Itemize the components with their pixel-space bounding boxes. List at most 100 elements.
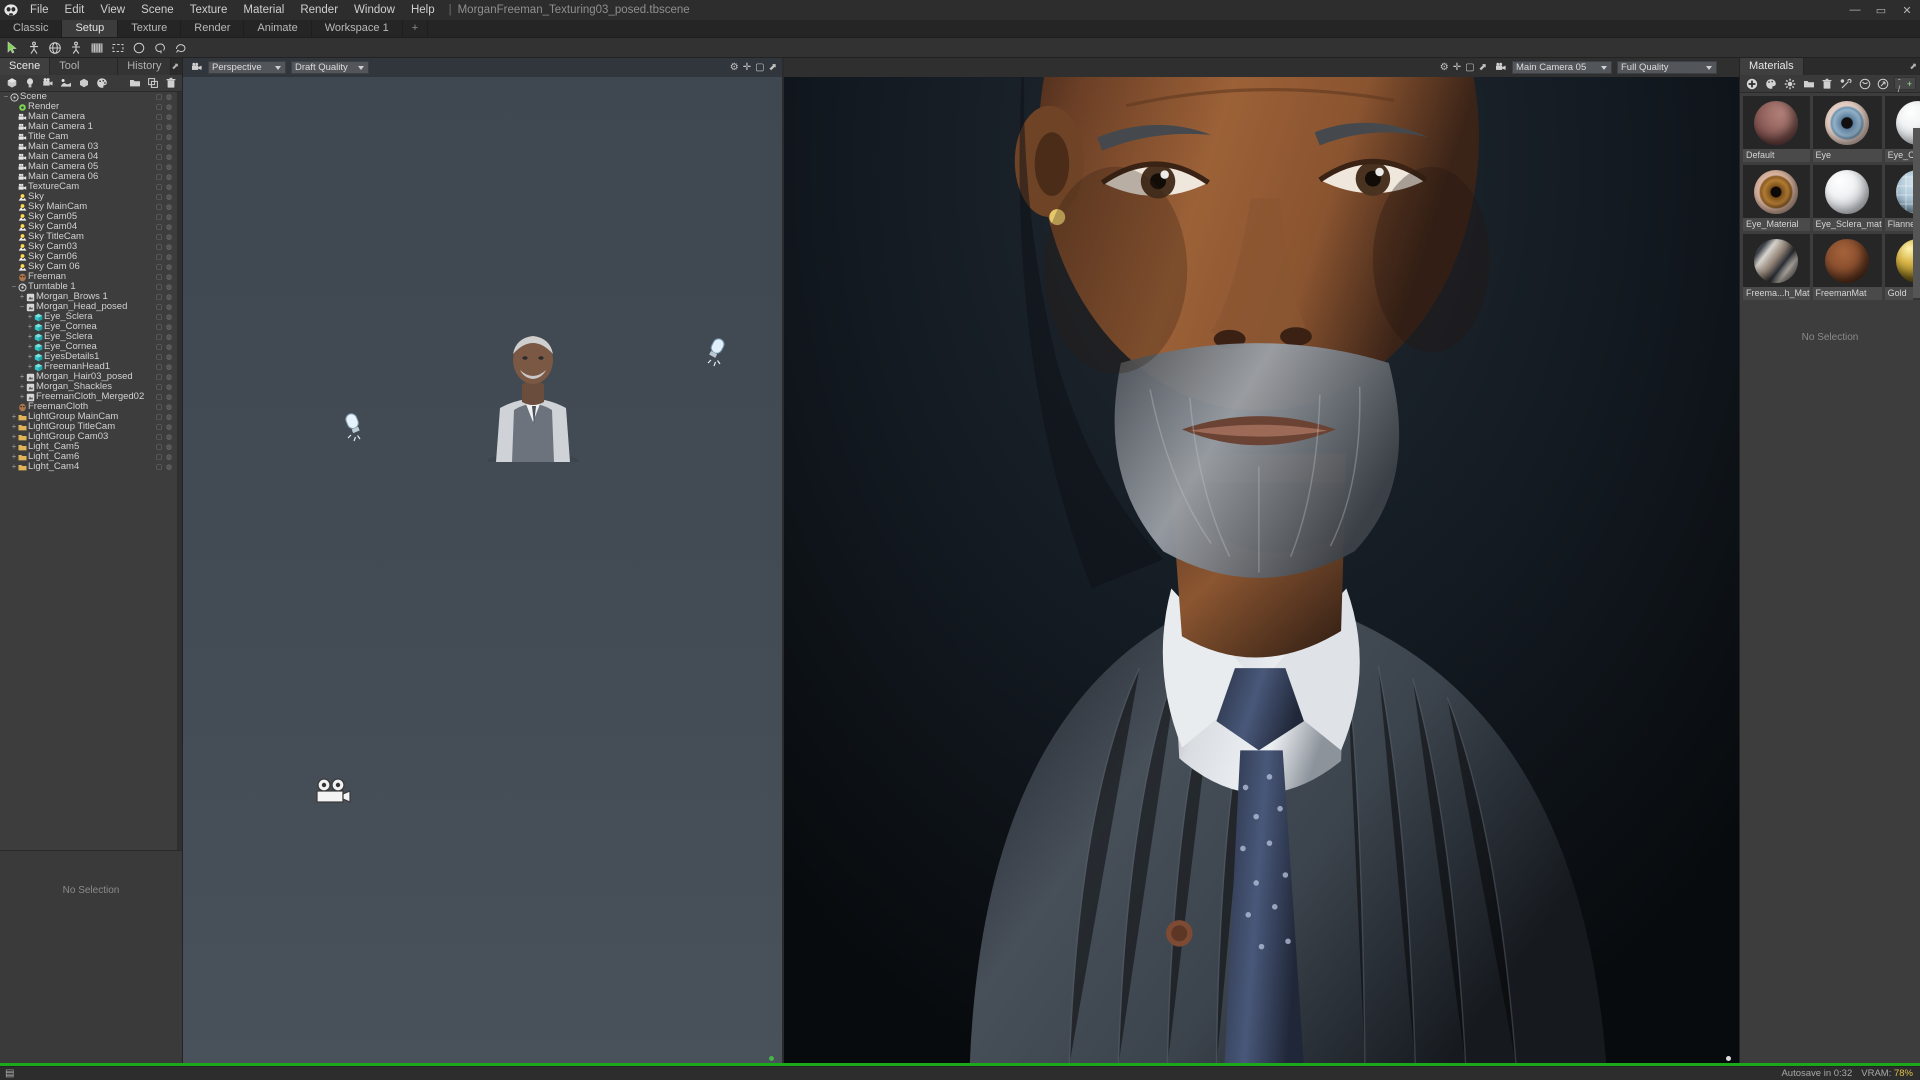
add-material-icon[interactable]: [93, 75, 110, 91]
lock-toggle-icon[interactable]: ▢: [155, 423, 163, 431]
popout-icon[interactable]: ⬈: [171, 61, 179, 72]
menu-material[interactable]: Material: [235, 0, 292, 20]
popout-icon[interactable]: ⬈: [769, 63, 777, 73]
lock-toggle-icon[interactable]: ▢: [155, 143, 163, 151]
add-backdrop-icon[interactable]: [57, 75, 74, 91]
clone-icon[interactable]: [144, 75, 161, 91]
lock-toggle-icon[interactable]: ▢: [155, 293, 163, 301]
lock-toggle-icon[interactable]: ▢: [155, 173, 163, 181]
lock-toggle-icon[interactable]: ▢: [155, 233, 163, 241]
symmetry-icon[interactable]: [66, 39, 85, 57]
lock-toggle-icon[interactable]: ▢: [155, 273, 163, 281]
visibility-toggle-icon[interactable]: ◍: [165, 153, 173, 161]
material-counter[interactable]: - / +: [1894, 77, 1916, 90]
lock-toggle-icon[interactable]: ▢: [155, 393, 163, 401]
visibility-toggle-icon[interactable]: ◍: [165, 453, 173, 461]
menu-render[interactable]: Render: [292, 0, 346, 20]
material-cell[interactable]: FreemanMat: [1813, 234, 1882, 300]
light-gizmo-icon[interactable]: [338, 410, 372, 444]
menu-help[interactable]: Help: [403, 0, 443, 20]
pick-icon[interactable]: [1875, 75, 1892, 93]
pose-tool-icon[interactable]: [24, 39, 43, 57]
tree-twisty[interactable]: +: [10, 452, 18, 462]
tree-twisty[interactable]: +: [10, 462, 18, 472]
eyedropper-icon[interactable]: [1838, 75, 1855, 93]
lock-toggle-icon[interactable]: ▢: [155, 433, 163, 441]
lock-toggle-icon[interactable]: ▢: [155, 463, 163, 471]
lock-toggle-icon[interactable]: ▢: [155, 343, 163, 351]
tab-render[interactable]: Render: [181, 19, 244, 37]
visibility-toggle-icon[interactable]: ◍: [165, 213, 173, 221]
menu-scene[interactable]: Scene: [133, 0, 182, 20]
tree-twisty[interactable]: +: [18, 372, 26, 382]
visibility-toggle-icon[interactable]: ◍: [165, 323, 173, 331]
tree-twisty[interactable]: +: [18, 292, 26, 302]
viewport-left-camera-select[interactable]: Perspective: [208, 61, 286, 74]
tree-twisty[interactable]: +: [26, 362, 34, 372]
tab-scene[interactable]: Scene: [0, 58, 50, 75]
menu-window[interactable]: Window: [346, 0, 403, 20]
tree-item-light-cam4[interactable]: +Light_Cam4▢◍: [0, 462, 182, 472]
viewport-right-quality-select[interactable]: Full Quality: [1617, 61, 1717, 74]
visibility-toggle-icon[interactable]: ◍: [165, 253, 173, 261]
menu-edit[interactable]: Edit: [57, 0, 93, 20]
lock-toggle-icon[interactable]: ▢: [155, 253, 163, 261]
material-cell[interactable]: Eye: [1813, 96, 1882, 162]
lock-toggle-icon[interactable]: ▢: [155, 223, 163, 231]
globe-transpose-icon[interactable]: [45, 39, 64, 57]
visibility-toggle-icon[interactable]: ◍: [165, 343, 173, 351]
lock-toggle-icon[interactable]: ▢: [155, 383, 163, 391]
tree-twisty[interactable]: −: [18, 302, 26, 312]
visibility-toggle-icon[interactable]: ◍: [165, 183, 173, 191]
tree-twisty[interactable]: −: [10, 282, 18, 292]
visibility-toggle-icon[interactable]: ◍: [165, 413, 173, 421]
material-cell[interactable]: Eye_Material: [1743, 165, 1810, 231]
ellipse-select-icon[interactable]: [129, 39, 148, 57]
select-arrow-icon[interactable]: [3, 39, 22, 57]
maximize-button[interactable]: ▭: [1868, 0, 1894, 20]
visibility-toggle-icon[interactable]: ◍: [165, 263, 173, 271]
materials-scrollbar[interactable]: [1913, 128, 1920, 300]
tree-twisty[interactable]: +: [26, 352, 34, 362]
polygon-select-icon[interactable]: [171, 39, 190, 57]
visibility-toggle-icon[interactable]: ◍: [165, 363, 173, 371]
lock-toggle-icon[interactable]: ▢: [155, 313, 163, 321]
visibility-toggle-icon[interactable]: ◍: [165, 443, 173, 451]
tab-history[interactable]: History: [118, 58, 171, 75]
visibility-toggle-icon[interactable]: ◍: [165, 163, 173, 171]
visibility-toggle-icon[interactable]: ◍: [165, 303, 173, 311]
material-thumbnail[interactable]: [1743, 165, 1810, 218]
material-thumbnail[interactable]: [1813, 96, 1882, 149]
gear-icon[interactable]: ⚙: [730, 63, 739, 73]
viewport-right-camera-select[interactable]: Main Camera 05: [1512, 61, 1612, 74]
visibility-toggle-icon[interactable]: ◍: [165, 113, 173, 121]
tree-twisty[interactable]: +: [26, 342, 34, 352]
lock-toggle-icon[interactable]: ▢: [155, 353, 163, 361]
viewport-right-canvas[interactable]: [784, 77, 1739, 1066]
menu-file[interactable]: File: [22, 0, 57, 20]
tree-twisty[interactable]: +: [10, 432, 18, 442]
trash-icon[interactable]: [1819, 75, 1836, 93]
visibility-toggle-icon[interactable]: ◍: [165, 103, 173, 111]
add-light-icon[interactable]: [21, 75, 38, 91]
visibility-toggle-icon[interactable]: ◍: [165, 333, 173, 341]
minimize-button[interactable]: —: [1842, 0, 1868, 20]
folder-icon[interactable]: [126, 75, 143, 91]
visibility-toggle-icon[interactable]: ◍: [165, 203, 173, 211]
tab-workspace-1[interactable]: Workspace 1: [312, 19, 403, 37]
move-icon[interactable]: ✛: [743, 63, 751, 73]
panel-toggle-icon[interactable]: ▤: [5, 1068, 14, 1079]
lock-toggle-icon[interactable]: ▢: [155, 263, 163, 271]
camera-gizmo-icon[interactable]: [313, 777, 353, 809]
lock-toggle-icon[interactable]: ▢: [155, 323, 163, 331]
lock-toggle-icon[interactable]: ▢: [155, 243, 163, 251]
lock-toggle-icon[interactable]: ▢: [155, 413, 163, 421]
visibility-toggle-icon[interactable]: ◍: [165, 353, 173, 361]
visibility-toggle-icon[interactable]: ◍: [165, 313, 173, 321]
gear-icon[interactable]: ⚙: [1440, 63, 1449, 73]
visibility-toggle-icon[interactable]: ◍: [165, 233, 173, 241]
lock-toggle-icon[interactable]: ▢: [155, 213, 163, 221]
visibility-toggle-icon[interactable]: ◍: [165, 283, 173, 291]
lock-toggle-icon[interactable]: ▢: [155, 203, 163, 211]
lock-toggle-icon[interactable]: ▢: [155, 303, 163, 311]
